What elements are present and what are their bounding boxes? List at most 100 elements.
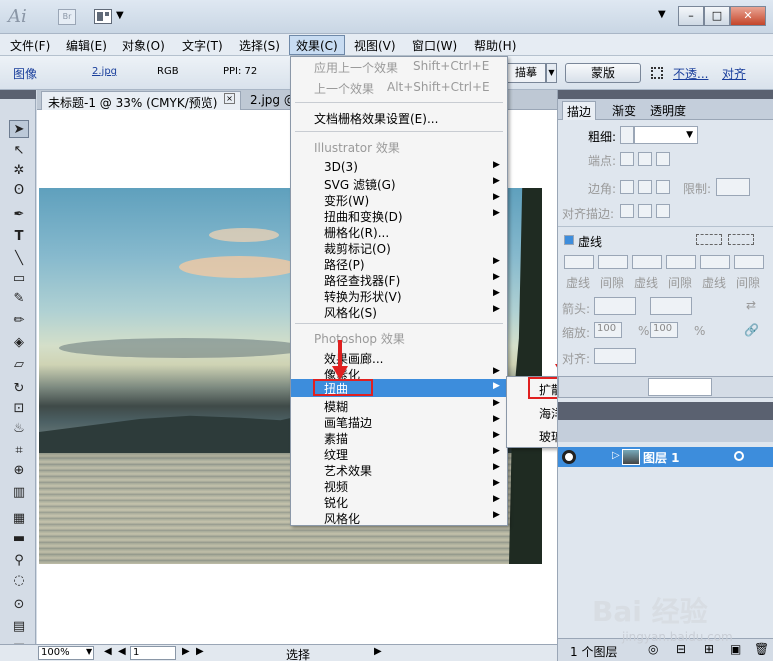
tab-gradient[interactable]: 渐变: [608, 101, 640, 120]
close-button[interactable]: ✕: [730, 6, 766, 26]
end-arrowhead-dropdown[interactable]: [650, 297, 692, 315]
menu-help[interactable]: 帮助(H): [474, 37, 516, 54]
close-icon[interactable]: ×: [224, 93, 235, 104]
status-menu-icon[interactable]: ▶: [374, 646, 382, 657]
gap-field-3[interactable]: [734, 255, 764, 269]
menu-item-3d[interactable]: 3D(3) ▶: [291, 160, 507, 176]
limit-field[interactable]: [716, 178, 750, 196]
scale-field-1[interactable]: 100: [594, 322, 622, 338]
eyedropper-tool-icon[interactable]: ⚲: [9, 552, 29, 570]
menu-item-warp[interactable]: 变形(W) ▶: [291, 192, 507, 208]
menu-window[interactable]: 窗口(W): [412, 37, 457, 54]
butt-cap-icon[interactable]: [620, 152, 634, 166]
menu-item-path[interactable]: 路径(P) ▶: [291, 256, 507, 272]
panel-header[interactable]: [558, 90, 773, 99]
visibility-eye-icon[interactable]: [562, 450, 576, 464]
menu-item-convert-to-shape[interactable]: 转换为形状(V) ▶: [291, 288, 507, 304]
menu-item-sharpen[interactable]: 锐化 ▶: [291, 494, 507, 510]
next-page-icon[interactable]: ▶: [182, 646, 190, 657]
scale-field-2[interactable]: 100: [650, 322, 678, 338]
minimize-button[interactable]: –: [678, 6, 704, 26]
image-label[interactable]: 图像: [13, 65, 37, 82]
menu-edit[interactable]: 编辑(E): [66, 37, 107, 54]
pencil-tool-icon[interactable]: ✏: [9, 312, 29, 330]
menu-view[interactable]: 视图(V): [354, 37, 396, 54]
arrow-align-buttons[interactable]: [594, 348, 636, 364]
trace-dropdown-icon[interactable]: ▼: [546, 63, 557, 83]
menu-item-distort-transform[interactable]: 扭曲和变换(D) ▶: [291, 208, 507, 224]
layer-name[interactable]: 图层 1: [643, 449, 680, 466]
maximize-button[interactable]: □: [704, 6, 730, 26]
eraser-tool-icon[interactable]: ◈: [9, 334, 29, 352]
rotate-tool-icon[interactable]: ↻: [9, 380, 29, 398]
menu-item-brush-strokes[interactable]: 画笔描边 ▶: [291, 414, 507, 430]
image-trace-button[interactable]: 描摹: [506, 63, 546, 83]
miter-join-icon[interactable]: [620, 180, 634, 194]
menu-item-rasterize[interactable]: 栅格化(R)...: [291, 224, 507, 240]
prev-page-icon[interactable]: ◀: [118, 646, 126, 657]
type-tool-icon[interactable]: T: [9, 228, 29, 246]
last-page-icon[interactable]: ▶: [196, 646, 204, 657]
first-page-icon[interactable]: ◀: [104, 646, 112, 657]
line-tool-icon[interactable]: ╲: [9, 250, 29, 268]
magic-wand-tool-icon[interactable]: ✲: [9, 162, 29, 180]
tab-untitled-1[interactable]: 未标题-1 @ 33% (CMYK/预览): [41, 91, 241, 110]
dash-field-2[interactable]: [632, 255, 662, 269]
projecting-cap-icon[interactable]: [656, 152, 670, 166]
lasso-tool-icon[interactable]: ʘ: [9, 182, 29, 200]
menu-item-stylize-ai[interactable]: 风格化(S) ▶: [291, 304, 507, 320]
transform-icon[interactable]: [651, 67, 663, 79]
expand-triangle-icon[interactable]: ▷: [612, 450, 620, 461]
pen-tool-icon[interactable]: ✒: [9, 206, 29, 224]
menu-item-video[interactable]: 视频 ▶: [291, 478, 507, 494]
gap-field-1[interactable]: [598, 255, 628, 269]
menu-item-crop-marks[interactable]: 裁剪标记(O): [291, 240, 507, 256]
align-center-icon[interactable]: [620, 204, 634, 218]
chevron-down-icon[interactable]: ▼: [116, 10, 124, 21]
zoom-dropdown-icon[interactable]: ▼: [86, 647, 92, 656]
dashed-line-checkbox[interactable]: [564, 235, 574, 245]
menu-item-last-effect[interactable]: 上一个效果 Alt+Shift+Ctrl+E: [291, 80, 507, 96]
gradient-tool-icon[interactable]: ▬: [9, 530, 29, 548]
menu-select[interactable]: 选择(S): [239, 37, 280, 54]
round-cap-icon[interactable]: [638, 152, 652, 166]
graph-tool-icon[interactable]: ▥: [9, 484, 29, 502]
swap-arrowheads-icon[interactable]: ⇄: [746, 298, 756, 312]
dash-field-1[interactable]: [564, 255, 594, 269]
layer-row[interactable]: ▷ 图层 1: [558, 447, 773, 467]
page-field[interactable]: 1: [130, 646, 176, 660]
menu-item-distort[interactable]: 扭曲 ▶: [291, 379, 507, 397]
file-name-link[interactable]: 2.jpg: [92, 66, 117, 77]
workspace-dropdown-icon[interactable]: ▼: [658, 9, 666, 20]
gap-field-2[interactable]: [666, 255, 696, 269]
paintbrush-tool-icon[interactable]: ✎: [9, 290, 29, 308]
symbol-sprayer-tool-icon[interactable]: ⊙: [9, 596, 29, 614]
target-circle-icon[interactable]: [734, 451, 744, 461]
weight-dropdown[interactable]: ▼: [634, 126, 698, 144]
dash-corner-icon[interactable]: [696, 234, 722, 245]
column-graph-tool-icon[interactable]: ▤: [9, 618, 29, 636]
menu-item-texture[interactable]: 纹理 ▶: [291, 446, 507, 462]
align-link[interactable]: 对齐: [722, 65, 746, 82]
bridge-button[interactable]: Br: [58, 9, 76, 25]
panel-field[interactable]: [648, 378, 712, 396]
menu-item-stylize-ps[interactable]: 风格化 ▶: [291, 510, 507, 526]
menu-item-artistic[interactable]: 艺术效果 ▶: [291, 462, 507, 478]
arrange-documents-icon[interactable]: [94, 9, 112, 24]
tools-panel-header[interactable]: [0, 90, 36, 99]
opacity-link[interactable]: 不透...: [673, 65, 708, 82]
weight-stepper[interactable]: [620, 126, 634, 144]
dash-field-3[interactable]: [700, 255, 730, 269]
menu-item-sketch[interactable]: 素描 ▶: [291, 430, 507, 446]
tab-transparency[interactable]: 透明度: [646, 101, 690, 120]
blend-tool-icon[interactable]: ◌: [9, 572, 29, 590]
dash-adjust-icon[interactable]: [728, 234, 754, 245]
layers-panel-header[interactable]: [558, 402, 773, 420]
eraser-tool-2-icon[interactable]: ▱: [9, 356, 29, 374]
free-transform-tool-icon[interactable]: ⌗: [9, 442, 29, 460]
menu-effect[interactable]: 效果(C): [296, 37, 338, 54]
rectangle-tool-icon[interactable]: ▭: [9, 270, 29, 288]
menu-item-svg-filter[interactable]: SVG 滤镜(G) ▶: [291, 176, 507, 192]
menu-item-blur[interactable]: 模糊 ▶: [291, 398, 507, 414]
menu-type[interactable]: 文字(T): [182, 37, 223, 54]
